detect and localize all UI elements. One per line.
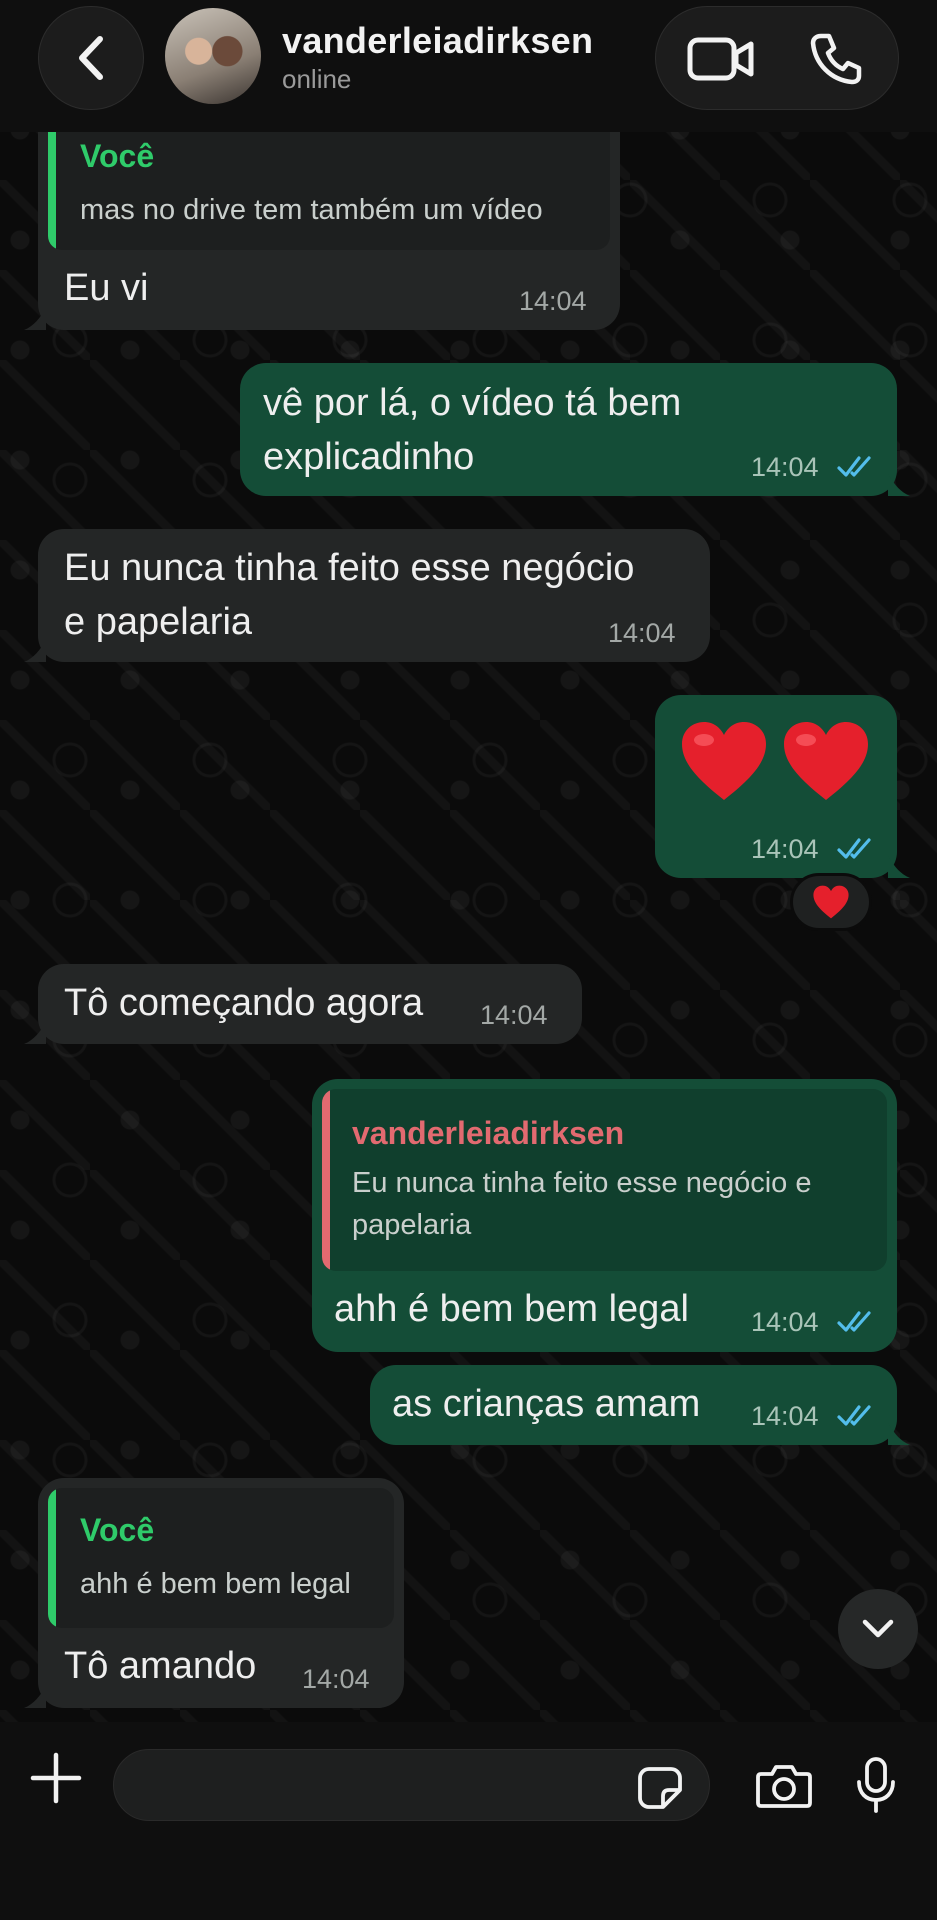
message-input[interactable]	[113, 1749, 710, 1821]
contact-name[interactable]: vanderleiadirksen	[282, 20, 593, 62]
heart-reaction-icon	[813, 885, 849, 919]
message-bubble-outgoing[interactable]: vê por lá, o vídeo tá bem explicadinho 1…	[240, 363, 897, 496]
message-text: ahh é bem bem legal	[334, 1288, 689, 1330]
microphone-icon	[857, 1757, 895, 1813]
message-text: Tô amando	[64, 1645, 257, 1687]
message-text-line: vê por lá, o vídeo tá bem	[263, 382, 682, 424]
camera-icon	[756, 1765, 812, 1808]
message-bubble-outgoing[interactable]: 14:04	[655, 695, 897, 878]
contact-status: online	[282, 64, 352, 94]
video-camera-icon	[687, 37, 754, 81]
quote-text: mas no drive tem também um vídeo	[80, 194, 543, 226]
bubble-tail	[888, 474, 910, 496]
heart-emoji-icon	[682, 722, 766, 800]
message-time: 14:04	[751, 834, 819, 864]
bubble-tail	[888, 856, 910, 878]
message-time: 14:04	[519, 286, 587, 316]
message-time: 14:04	[480, 1000, 548, 1030]
message-bubble-outgoing[interactable]: vanderleiadirksen Eu nunca tinha feito e…	[312, 1079, 897, 1352]
message-text: as crianças amam	[392, 1383, 701, 1425]
avatar[interactable]	[165, 8, 261, 104]
camera-button[interactable]	[755, 1760, 813, 1812]
chevron-down-icon	[862, 1619, 894, 1638]
quoted-message[interactable]: Você ahh é bem bem legal	[48, 1488, 394, 1628]
message-text-line: Eu nunca tinha feito esse negócio	[64, 547, 635, 589]
chat-header: vanderleiadirksen online	[0, 0, 937, 132]
message-bubble-incoming[interactable]: Você mas no drive tem também um vídeo Eu…	[38, 100, 620, 330]
message-bubble-incoming[interactable]: Você ahh é bem bem legal Tô amando 14:04	[38, 1478, 404, 1708]
call-actions	[655, 6, 899, 110]
message-composer	[0, 1722, 937, 1920]
sticker-icon	[638, 1767, 682, 1809]
message-time: 14:04	[751, 452, 819, 482]
message-bubble-outgoing[interactable]: as crianças amam 14:04	[370, 1365, 897, 1445]
bubble-tail	[24, 1686, 46, 1708]
reaction-badge[interactable]	[790, 873, 872, 931]
read-receipt-icon	[837, 838, 871, 859]
sticker-button[interactable]	[636, 1766, 684, 1810]
read-receipt-icon	[837, 1311, 871, 1332]
message-time: 14:04	[751, 1401, 819, 1431]
message-bubble-incoming[interactable]: Eu nunca tinha feito esse negócio e pape…	[38, 529, 710, 662]
bubble-tail	[888, 1423, 910, 1445]
message-text-line: explicadinho	[263, 436, 475, 478]
voice-call-button[interactable]	[806, 29, 866, 89]
quote-author: Você	[80, 1512, 155, 1548]
message-time: 14:04	[608, 618, 676, 648]
message-text-line: e papelaria	[64, 601, 253, 643]
chevron-left-icon	[79, 36, 103, 80]
scroll-to-bottom-button[interactable]	[838, 1589, 918, 1669]
message-text: Tô começando agora	[64, 982, 424, 1024]
message-text: Eu vi	[64, 267, 149, 309]
read-receipt-icon	[837, 1405, 871, 1426]
message-bubble-incoming[interactable]: Tô começando agora 14:04	[38, 964, 582, 1044]
quote-text-line: papelaria	[352, 1209, 472, 1241]
quote-text-line: Eu nunca tinha feito esse negócio e	[352, 1167, 812, 1199]
quote-author: Você	[80, 138, 155, 174]
quoted-message[interactable]: vanderleiadirksen Eu nunca tinha feito e…	[322, 1089, 887, 1271]
bubble-tail	[24, 308, 46, 330]
quote-accent-bar	[48, 1488, 56, 1628]
quote-author: vanderleiadirksen	[352, 1115, 625, 1151]
attach-button[interactable]	[28, 1750, 84, 1806]
plus-icon	[30, 1752, 82, 1804]
message-time: 14:04	[302, 1664, 370, 1694]
phone-icon	[810, 33, 862, 85]
bubble-tail	[24, 640, 46, 662]
video-call-button[interactable]	[686, 29, 756, 89]
quote-text: ahh é bem bem legal	[80, 1568, 351, 1600]
heart-emoji-icon	[784, 722, 868, 800]
back-button[interactable]	[38, 6, 144, 110]
message-time: 14:04	[751, 1307, 819, 1337]
bubble-tail	[24, 1022, 46, 1044]
quote-accent-bar	[322, 1089, 330, 1271]
voice-message-button[interactable]	[852, 1754, 900, 1816]
read-receipt-icon	[837, 456, 871, 477]
